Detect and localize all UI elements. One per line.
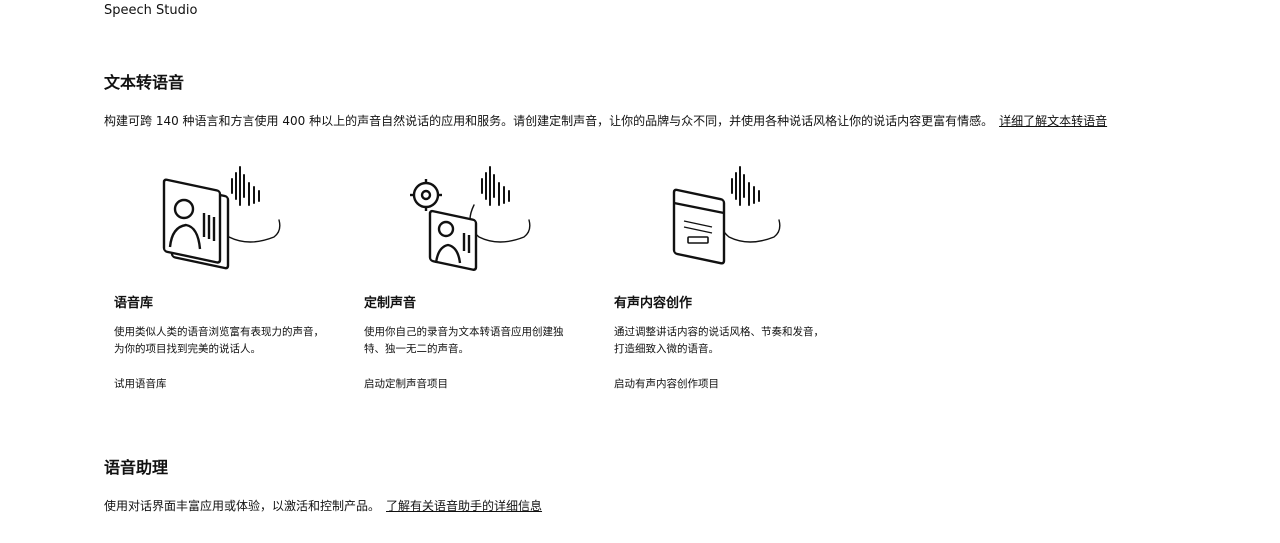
voice-assistant-description-text: 使用对话界面丰富应用或体验，以激活和控制产品。 xyxy=(104,499,381,513)
voice-assistant-learn-more-link[interactable]: 了解有关语音助手的详细信息 xyxy=(386,499,542,513)
tts-section-title: 文本转语音 xyxy=(104,73,185,92)
custom-voice-icon xyxy=(410,166,531,271)
tts-learn-more-link[interactable]: 详细了解文本转语音 xyxy=(999,114,1107,128)
audio-content-title: 有声内容创作 xyxy=(614,296,693,311)
tts-description-text: 构建可跨 140 种语言和方言使用 400 种以上的声音自然说话的应用和服务。请… xyxy=(104,114,994,128)
voice-gallery-description: 使用类似人类的语音浏览富有表现力的声音，为你的项目找到完美的说话人。 xyxy=(114,326,324,355)
voice-gallery-title: 语音库 xyxy=(114,296,154,311)
audio-content-creation-icon xyxy=(672,166,781,265)
app-title[interactable]: Speech Studio xyxy=(104,3,197,19)
try-voice-gallery-link[interactable]: 试用语音库 xyxy=(114,376,167,392)
voice-assistant-section-title: 语音助理 xyxy=(104,458,169,477)
voice-gallery-icon xyxy=(162,166,281,270)
tts-section-description: 构建可跨 140 种语言和方言使用 400 种以上的声音自然说话的应用和服务。请… xyxy=(104,113,1107,129)
audio-content-description: 通过调整讲话内容的说话风格、节奏和发音，打造细致入微的语音。 xyxy=(614,326,824,355)
custom-voice-title: 定制声音 xyxy=(364,296,417,311)
start-audio-content-link[interactable]: 启动有声内容创作项目 xyxy=(614,376,719,392)
voice-assistant-section-description: 使用对话界面丰富应用或体验，以激活和控制产品。 了解有关语音助手的详细信息 xyxy=(104,498,542,514)
custom-voice-description: 使用你自己的录音为文本转语音应用创建独特、独一无二的声音。 xyxy=(364,326,564,355)
start-custom-voice-link[interactable]: 启动定制声音项目 xyxy=(364,376,448,392)
